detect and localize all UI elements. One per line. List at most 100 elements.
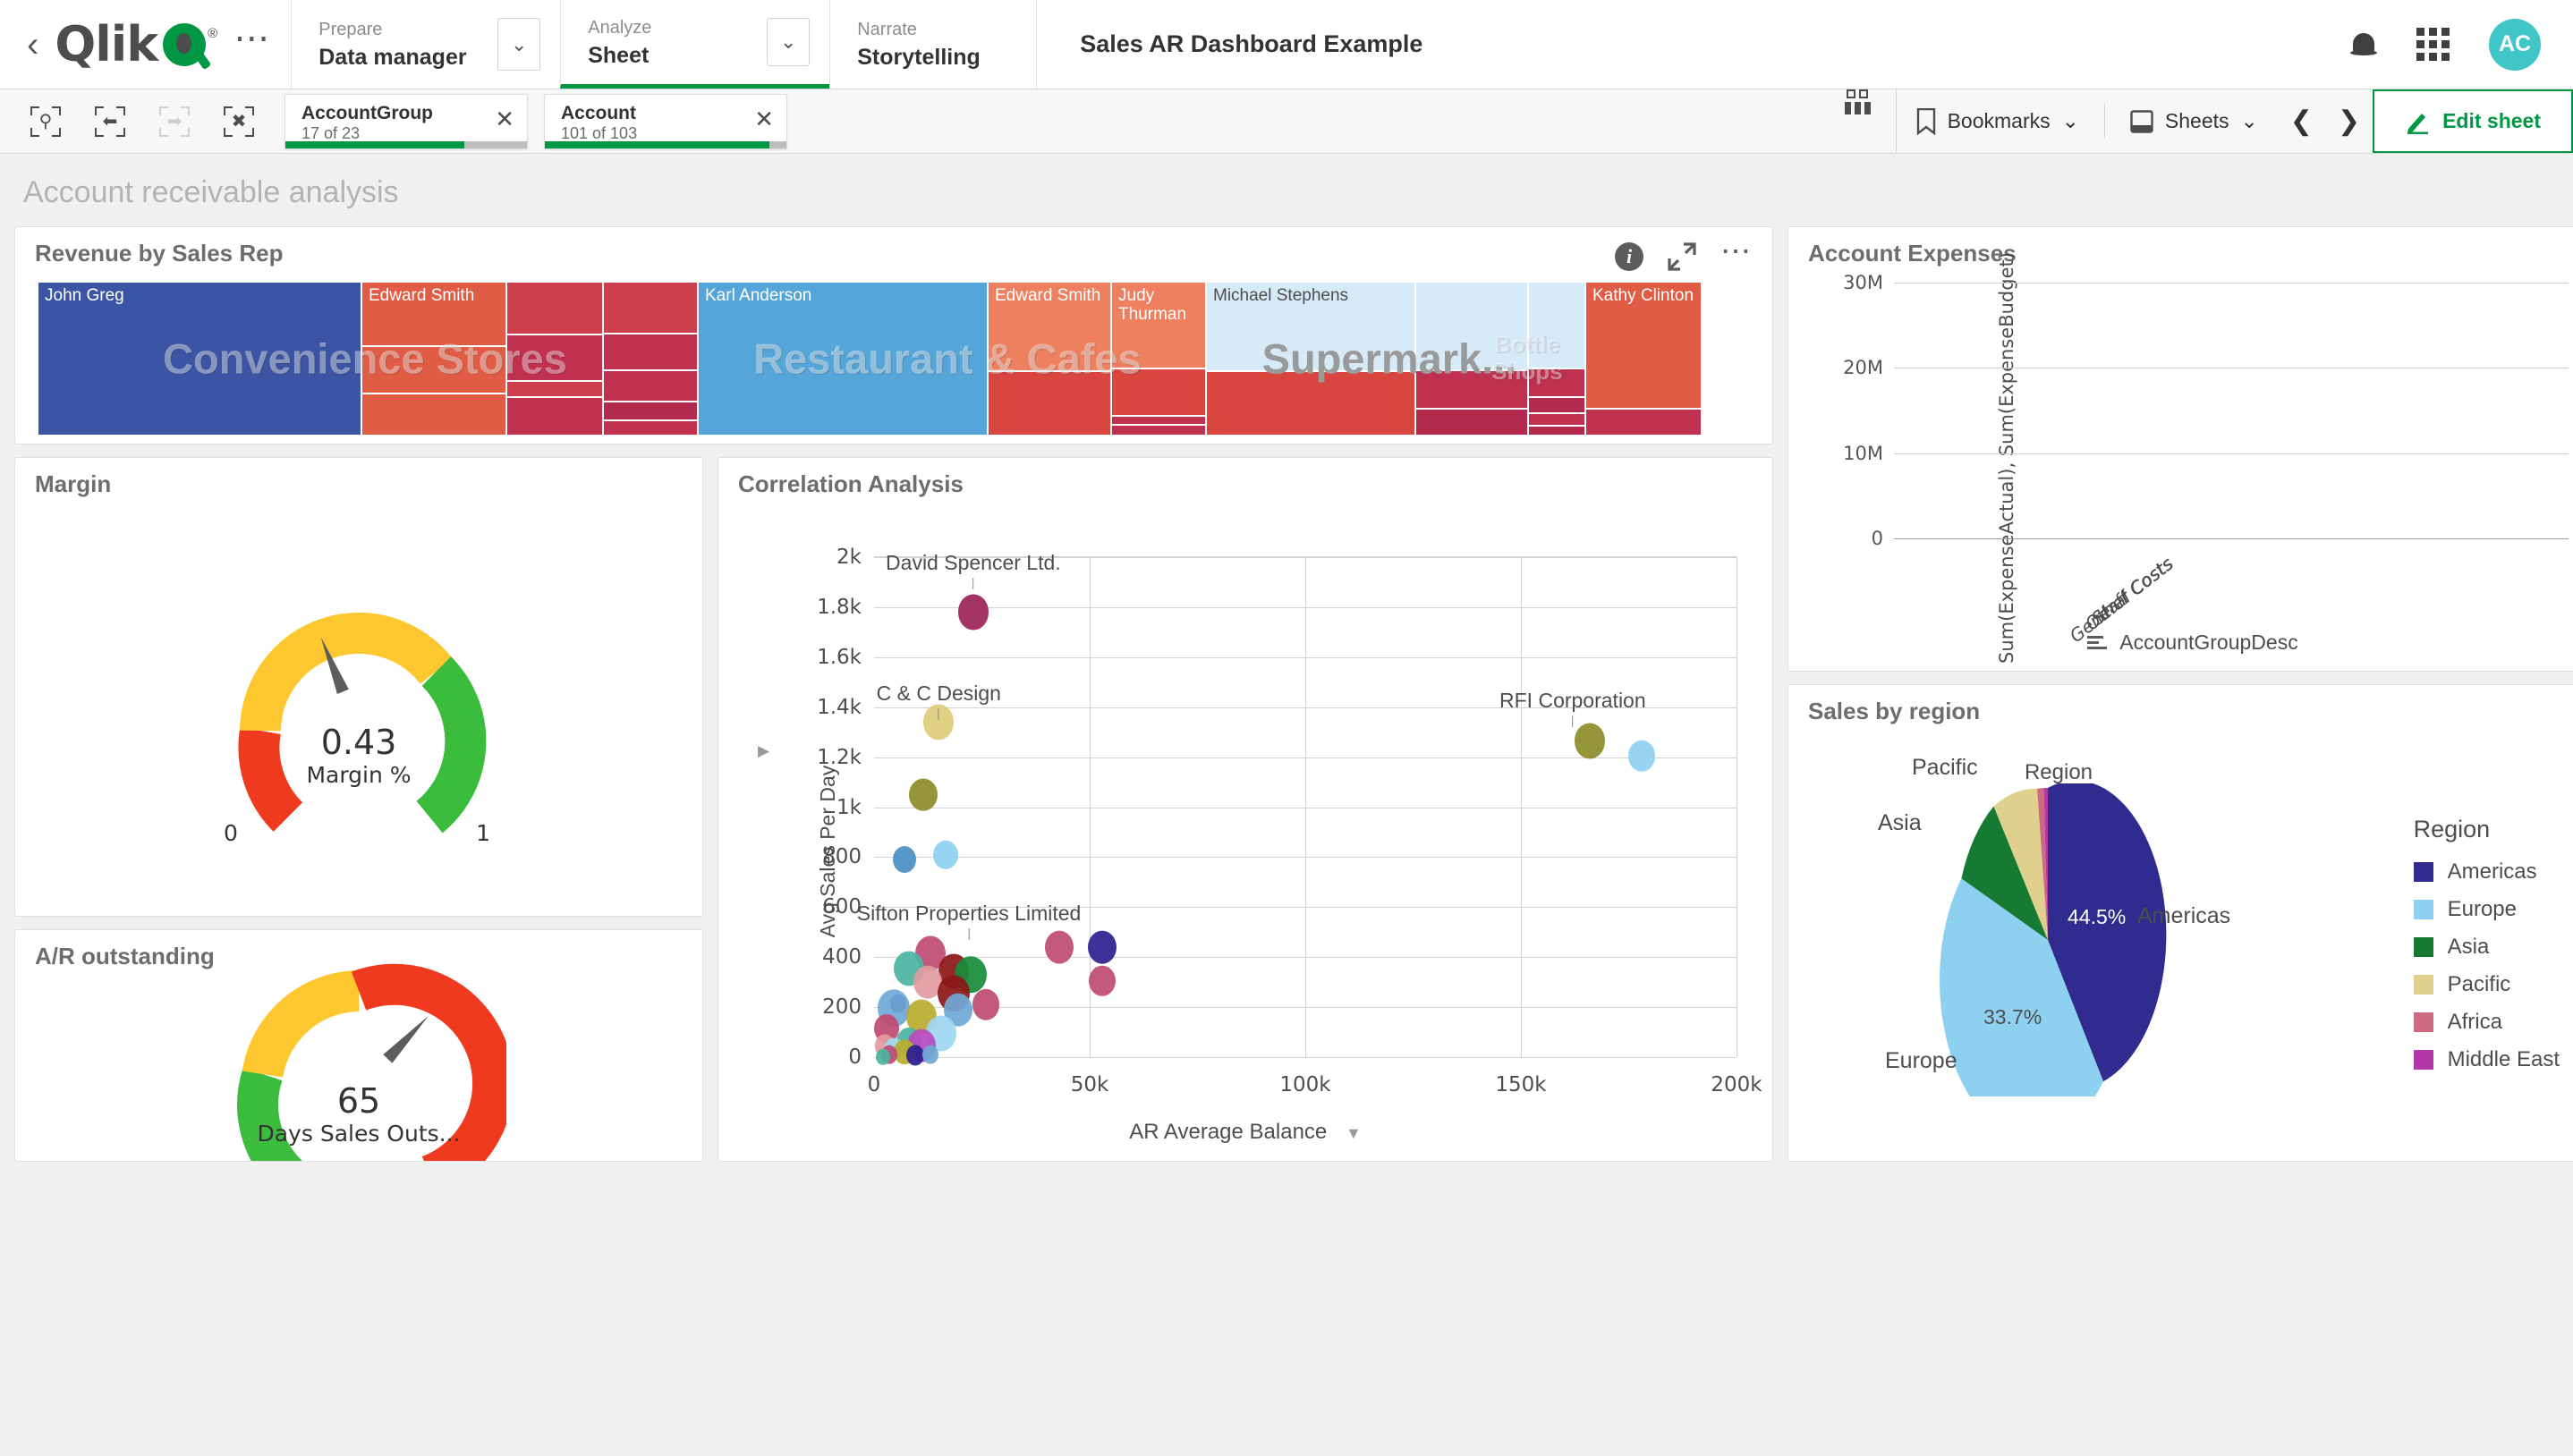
nav-prepare-caret-icon[interactable]: ⌄ bbox=[497, 18, 541, 71]
chip-close-icon[interactable]: ✕ bbox=[495, 107, 514, 131]
treemap-cell[interactable]: Michael Stephens bbox=[1207, 283, 1414, 371]
legend-label: Africa bbox=[2447, 1010, 2502, 1034]
card-revenue-by-sales-rep[interactable]: Revenue by Sales Rep i ⋯ John Greg Edwar… bbox=[14, 226, 1773, 444]
treemap-cell[interactable] bbox=[1416, 283, 1527, 369]
treemap-cell[interactable] bbox=[507, 334, 602, 381]
bar-x-axis-label-wrap[interactable]: AccountGroupDesc bbox=[1788, 631, 2573, 655]
grid-apps-icon[interactable] bbox=[2416, 28, 2450, 61]
step-back-icon[interactable]: ⬅ bbox=[95, 106, 125, 137]
scatter-point[interactable] bbox=[957, 594, 989, 631]
treemap-cell[interactable]: John Greg bbox=[38, 283, 361, 435]
treemap-cell-label: Kathy Clinton bbox=[1592, 286, 1694, 305]
treemap-cell[interactable] bbox=[362, 394, 505, 435]
treemap-cell[interactable] bbox=[1529, 397, 1584, 413]
scatter-point[interactable] bbox=[1575, 723, 1606, 758]
pie-legend-item[interactable]: Pacific bbox=[2413, 972, 2560, 997]
nav-prepare-item[interactable]: Prepare Data manager bbox=[292, 0, 497, 89]
treemap-cell[interactable] bbox=[1529, 426, 1584, 435]
margin-gauge[interactable]: 0.43 Margin % 0 1 bbox=[211, 583, 506, 851]
info-icon[interactable]: i bbox=[1615, 242, 1643, 271]
scatter-point[interactable] bbox=[1089, 965, 1117, 996]
edit-sheet-button[interactable]: Edit sheet bbox=[2373, 89, 2573, 153]
chart-toggle-icon[interactable] bbox=[1820, 89, 1897, 153]
back-chevron-icon[interactable]: ‹ bbox=[27, 27, 38, 63]
scatter-gridline-v bbox=[1305, 557, 1306, 1057]
scatter-x-axis-label-wrap[interactable]: AR Average Balance ▼ bbox=[718, 1120, 1772, 1145]
scatter-x-tick: 200k bbox=[1711, 1073, 1762, 1096]
card-ar-outstanding[interactable]: A/R outstanding 65 Days Sales Outs... bbox=[14, 929, 703, 1162]
nav-analyze-caret-icon[interactable]: ⌄ bbox=[767, 18, 811, 66]
scatter-point[interactable] bbox=[972, 989, 1000, 1020]
treemap-cell[interactable] bbox=[1586, 409, 1701, 435]
sort-icon[interactable] bbox=[2087, 636, 2108, 649]
treemap-cell[interactable] bbox=[1112, 416, 1205, 424]
treemap-cell[interactable] bbox=[1529, 414, 1584, 425]
treemap-cell[interactable] bbox=[1529, 283, 1584, 368]
treemap-cell[interactable]: Kathy Clinton bbox=[1586, 283, 1701, 408]
expand-icon[interactable] bbox=[1667, 241, 1697, 272]
chip-close-icon[interactable]: ✕ bbox=[754, 107, 774, 131]
treemap-cell[interactable] bbox=[989, 372, 1110, 435]
pie-legend-item[interactable]: Europe bbox=[2413, 897, 2560, 922]
nav-prepare[interactable]: Prepare Data manager ⌄ bbox=[291, 0, 560, 89]
qlik-logo[interactable]: Qlik ® bbox=[55, 20, 217, 69]
scatter-x-sort-icon[interactable]: ▼ bbox=[1346, 1124, 1362, 1142]
treemap-cell[interactable] bbox=[604, 334, 697, 369]
treemap-cell[interactable] bbox=[362, 347, 505, 394]
treemap-cell[interactable]: Edward Smith bbox=[989, 283, 1110, 371]
legend-label: Middle East bbox=[2447, 1047, 2560, 1071]
treemap-cell[interactable] bbox=[507, 283, 602, 334]
selection-search-icon[interactable]: ⚲ bbox=[30, 106, 61, 137]
pie-legend-item[interactable]: Asia bbox=[2413, 935, 2560, 960]
selection-chip-accountgroup[interactable]: AccountGroup 17 of 23 ✕ bbox=[284, 93, 528, 149]
treemap-cell[interactable]: Karl Anderson bbox=[699, 283, 987, 435]
treemap-cell[interactable] bbox=[604, 370, 697, 401]
clear-selections-icon[interactable]: ✖ bbox=[224, 106, 254, 137]
nav-narrate[interactable]: Narrate Storytelling bbox=[829, 0, 1036, 89]
card-margin[interactable]: Margin 0.43 Margin % 0 1 bbox=[14, 457, 703, 917]
card-correlation-analysis[interactable]: Correlation Analysis Avg Sales Per Day ▶… bbox=[718, 457, 1773, 1162]
next-sheet-button[interactable]: ❯ bbox=[2325, 89, 2373, 153]
overflow-ellipsis-icon[interactable]: ⋯ bbox=[234, 21, 271, 58]
bookmarks-button[interactable]: Bookmarks ⌄ bbox=[1897, 89, 2099, 153]
treemap-cell[interactable]: Judy Thurman bbox=[1112, 283, 1205, 368]
prev-sheet-button[interactable]: ❮ bbox=[2278, 89, 2325, 153]
treemap-cell[interactable] bbox=[604, 283, 697, 333]
treemap-cell[interactable] bbox=[1112, 368, 1205, 415]
treemap-cell[interactable] bbox=[1207, 372, 1414, 435]
scatter-point[interactable] bbox=[932, 840, 958, 869]
avatar[interactable]: AC bbox=[2489, 18, 2541, 71]
scatter-point[interactable] bbox=[909, 778, 938, 811]
nav-narrate-item[interactable]: Narrate Storytelling bbox=[830, 0, 1036, 89]
treemap-cell[interactable] bbox=[507, 382, 602, 396]
legend-swatch bbox=[2413, 975, 2433, 995]
nav-analyze-item[interactable]: Analyze Sheet bbox=[561, 0, 767, 84]
treemap-cell[interactable] bbox=[1416, 409, 1527, 435]
treemap-cell[interactable] bbox=[604, 421, 697, 436]
scatter-point[interactable] bbox=[1088, 930, 1117, 964]
treemap-cell[interactable] bbox=[1529, 368, 1584, 396]
scatter-point[interactable] bbox=[892, 846, 916, 874]
sheets-button[interactable]: Sheets ⌄ bbox=[2110, 89, 2278, 153]
selection-chip-account[interactable]: Account 101 of 103 ✕ bbox=[544, 93, 787, 149]
nav-analyze[interactable]: Analyze Sheet ⌄ bbox=[560, 0, 830, 89]
treemap[interactable]: John Greg Edward Smith Karl Anderson Edw… bbox=[38, 283, 1758, 436]
pie-legend-item[interactable]: Africa bbox=[2413, 1010, 2560, 1035]
scatter-plot-area[interactable]: 0 200 400 600 800 1k 1.2k 1.4k 1.6k 1.8k 2k 0 50k 100… bbox=[817, 546, 1762, 1096]
ellipsis-icon[interactable]: ⋯ bbox=[1720, 236, 1753, 267]
card-sales-by-region[interactable]: Sales by region Region Pacific Asia Amer… bbox=[1788, 684, 2573, 1162]
treemap-cell[interactable] bbox=[507, 398, 602, 435]
bell-icon[interactable] bbox=[2350, 30, 2377, 60]
scatter-point[interactable] bbox=[921, 1045, 938, 1064]
treemap-cell[interactable]: Edward Smith bbox=[362, 283, 505, 346]
treemap-cell[interactable] bbox=[1112, 425, 1205, 435]
card-account-expenses[interactable]: Account Expenses Sum(ExpenseActual), Sum… bbox=[1788, 226, 2573, 672]
scatter-y-sort-icon[interactable]: ▶ bbox=[758, 742, 769, 760]
ar-gauge[interactable]: 65 Days Sales Outs... 0 100 bbox=[211, 942, 514, 1161]
pie-legend-item[interactable]: Americas bbox=[2413, 859, 2560, 885]
treemap-cell[interactable] bbox=[604, 402, 697, 420]
scatter-point[interactable] bbox=[1627, 740, 1655, 772]
treemap-cell[interactable] bbox=[1416, 370, 1527, 408]
sheet-grid: Revenue by Sales Rep i ⋯ John Greg Edwar… bbox=[14, 226, 2573, 1162]
pie-legend-item[interactable]: Middle East bbox=[2413, 1047, 2560, 1072]
